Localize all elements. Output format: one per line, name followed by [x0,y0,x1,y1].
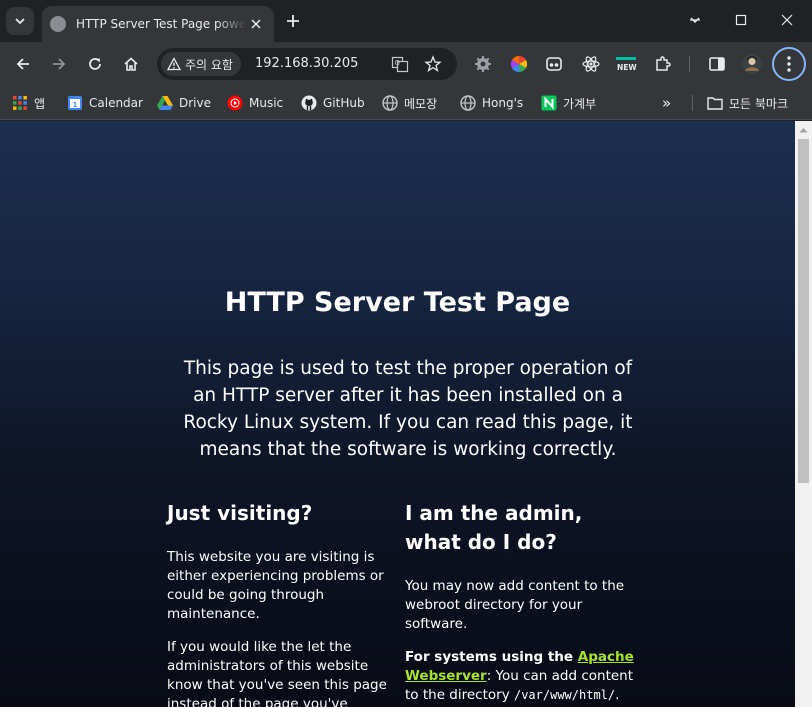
plus-icon [287,15,299,27]
gear-extension-icon[interactable] [471,52,495,76]
home-button[interactable] [117,50,145,78]
maximize-icon [735,14,747,26]
bookmark-github[interactable]: GitHub [301,92,365,114]
reload-button[interactable] [81,50,109,78]
side-panel-icon[interactable] [705,52,729,76]
admin-paragraph: You may now add content to the webroot d… [405,578,625,632]
close-window-button[interactable] [764,0,810,40]
browser-toolbar: 주의 요함 192.168.30.205 G NEW [0,42,812,86]
security-chip-label: 주의 요함 [185,57,233,72]
forward-button[interactable] [45,50,73,78]
bookmark-label: 메모장 [404,96,438,111]
bookmark-calendar[interactable]: 1 Calendar [67,92,143,114]
visitor-paragraph-2: If you would like the let the administra… [167,639,387,707]
bookmarks-overflow-button[interactable]: » [662,92,671,114]
folder-icon [707,95,723,111]
admin-apache-lead: For systems using the [405,649,578,665]
robot-extension-icon[interactable] [542,52,566,76]
bookmark-label: Hong's [482,96,524,110]
bookmark-label: Calendar [89,96,143,110]
warning-triangle-icon [167,57,181,71]
atom-extension-icon[interactable] [579,52,603,76]
new-tab-button[interactable] [282,10,304,32]
reload-icon [89,58,101,70]
visitor-paragraph: This website you are visiting is either … [167,549,384,622]
page-viewport: HTTP Server Test Page This page is used … [0,121,795,707]
drive-icon [157,95,173,111]
admin-heading: I am the admin, what do I do? [405,501,583,554]
bookmarks-separator [692,95,693,111]
visitor-column: Just visiting? This website you are visi… [167,499,387,707]
admin-column: I am the admin, what do I do? You may no… [405,499,640,707]
security-chip[interactable]: 주의 요함 [161,52,241,76]
docroot-path: /var/www/html/ [513,688,616,702]
visitor-heading: Just visiting? [167,501,313,525]
svg-text:NEW: NEW [617,63,637,72]
vertical-scrollbar[interactable] [795,121,812,707]
svg-text:G: G [395,59,400,67]
bookmark-memo[interactable]: 메모장 [382,92,437,114]
kebab-menu-icon [787,56,791,72]
maximize-button[interactable] [718,0,764,40]
bookmark-apps[interactable]: 앱 [12,92,45,114]
tab-title: HTTP Server Test Page powered by Rocky L… [76,17,246,31]
bookmark-music[interactable]: Music [227,92,283,114]
tab-close-icon[interactable] [248,16,264,32]
bookmark-hongs[interactable]: Hong's [460,92,523,114]
globe-icon [382,95,398,111]
arrow-left-icon [16,58,29,70]
tab-search-button[interactable] [6,7,34,35]
minimize-button[interactable] [672,0,718,40]
chevron-down-icon [15,18,25,25]
home-icon [124,57,138,71]
translate-icon[interactable]: G [390,54,410,74]
globe-icon [460,95,476,111]
close-icon [781,14,793,26]
new-badge-extension-icon[interactable]: NEW [614,52,638,76]
browser-menu-button[interactable] [772,47,806,81]
bookmark-budget[interactable]: 가계부 [541,92,596,114]
page-title: HTTP Server Test Page [224,287,571,318]
bookmark-label: Music [249,96,284,110]
scroll-up-arrow-icon[interactable] [795,121,812,138]
bookmark-drive[interactable]: Drive [157,92,211,114]
intro-paragraph: This page is used to test the proper ope… [183,358,633,460]
active-tab[interactable]: HTTP Server Test Page powered by Rocky L… [42,6,274,42]
bookmark-label: GitHub [323,96,365,110]
calendar-icon: 1 [67,95,83,111]
bookmark-label: 가계부 [563,96,597,111]
url-text[interactable]: 192.168.30.205 [255,56,358,71]
all-bookmarks-folder[interactable]: 모든 북마크 [707,92,788,114]
svg-text:1: 1 [73,101,78,109]
color-wheel-extension-icon[interactable] [507,52,531,76]
globe-favicon-icon [50,16,66,32]
bookmark-label: Drive [179,96,211,110]
scrollbar-thumb[interactable] [798,139,809,483]
puzzle-icon[interactable] [651,52,675,76]
music-icon [227,95,243,111]
minimize-icon [690,19,700,21]
tab-strip: HTTP Server Test Page powered by Rocky L… [0,0,812,42]
address-bar[interactable]: 주의 요함 192.168.30.205 G [157,48,457,80]
back-button[interactable] [9,50,37,78]
apps-grid-icon [12,95,28,111]
bookmark-star-icon[interactable] [423,54,443,74]
bookmark-label: 앱 [34,96,46,111]
profile-avatar-icon[interactable] [740,52,764,76]
github-icon [301,95,317,111]
toolbar-separator [689,56,690,72]
folder-label: 모든 북마크 [729,96,789,111]
bookmarks-bar: 앱 1 Calendar Drive Music GitHub 메모장 Hong… [0,86,812,120]
arrow-right-icon [53,58,66,70]
admin-apache-paragraph: For systems using the Apache Webserver: … [405,648,640,707]
double-chevron-icon: » [662,94,672,112]
n-icon [541,95,557,111]
